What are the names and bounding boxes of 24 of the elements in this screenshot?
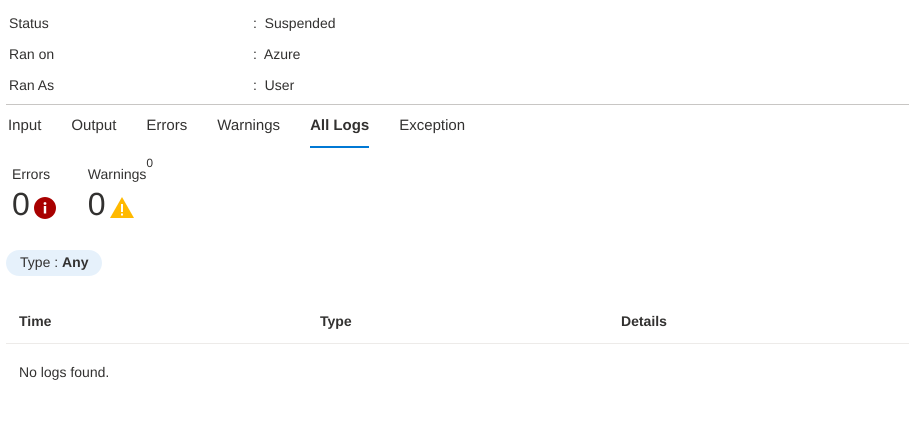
- type-filter-pill[interactable]: Type : Any: [6, 250, 102, 276]
- property-label: Ran on: [9, 45, 56, 64]
- summary-count: 0: [12, 184, 30, 224]
- summary-count: 0: [88, 184, 106, 224]
- tab[interactable]: Errors: [146, 115, 188, 148]
- property-value: : Suspended: [253, 14, 336, 33]
- superscript-count: 0: [146, 154, 154, 172]
- tab[interactable]: Input: [8, 115, 42, 148]
- empty-message: No logs found.: [19, 364, 110, 380]
- column-header: Details: [621, 312, 667, 328]
- tab[interactable]: Warnings: [217, 115, 280, 148]
- tab[interactable]: Exception: [399, 115, 466, 148]
- tab[interactable]: All Logs: [310, 115, 370, 148]
- column-header: Type: [320, 312, 352, 328]
- property-value: : User: [253, 76, 294, 95]
- warning-icon: [110, 197, 134, 218]
- property-label: Ran As: [9, 76, 56, 95]
- summary-label: Errors: [12, 164, 50, 184]
- summary-label: Warnings: [88, 164, 146, 184]
- error-icon: [34, 196, 56, 218]
- property-label: Status: [9, 14, 50, 33]
- column-header: Time: [19, 312, 52, 328]
- tab[interactable]: Output: [71, 115, 116, 148]
- property-value: : Azure: [253, 45, 300, 64]
